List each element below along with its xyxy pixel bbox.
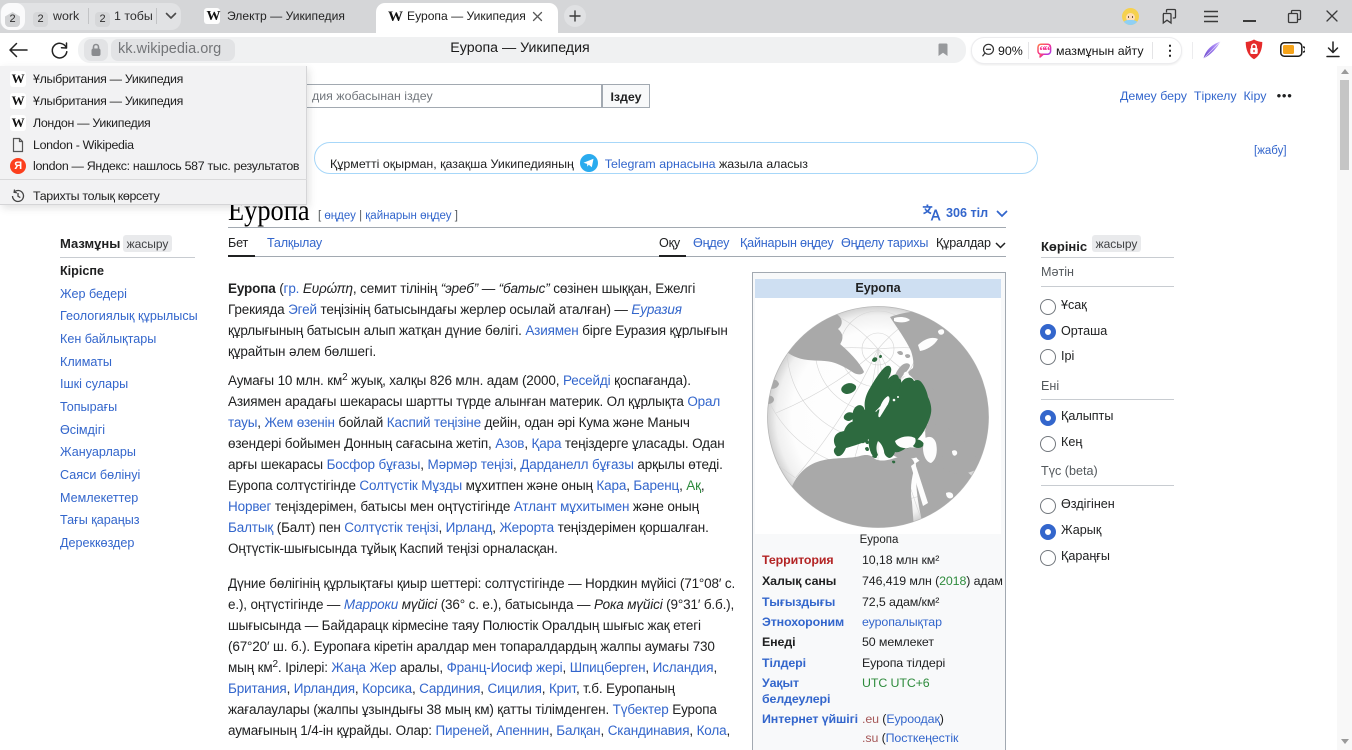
svg-text:“: “ <box>1044 43 1051 58</box>
